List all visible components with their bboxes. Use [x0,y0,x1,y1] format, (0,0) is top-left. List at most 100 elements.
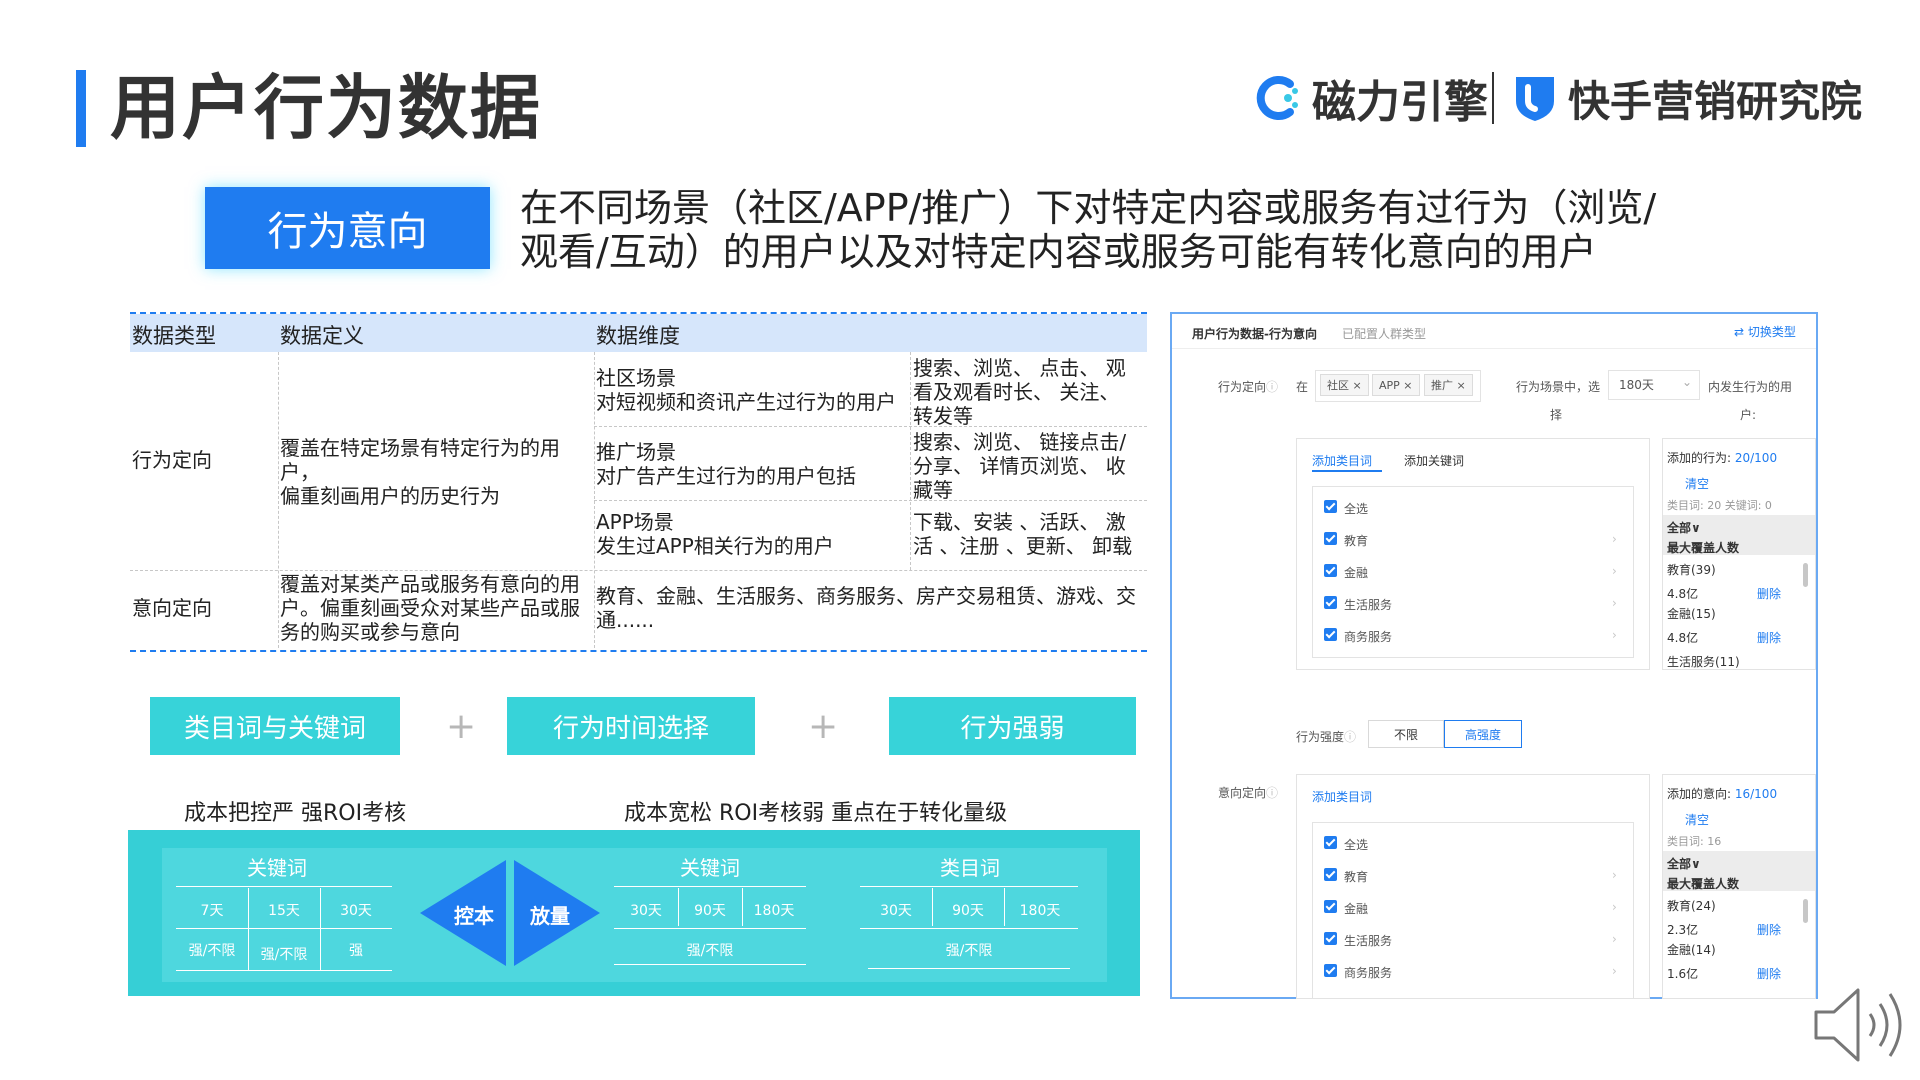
cili-logo-icon [1256,76,1298,120]
shot-header-title: 用户行为数据-行为意向 [1192,327,1317,341]
summary-item-value: 2.3亿 [1667,923,1699,937]
g1-cell: 强/不限 [188,943,236,959]
concept-label-box: 行为意向 [205,187,490,269]
logo-kuaishou-text: 快手营销研究院 [1568,76,1863,126]
list-item-label: 全选 [1344,838,1369,852]
control-expand-diamond [420,860,600,966]
checkbox-item[interactable] [1324,932,1337,945]
clear-button[interactable]: 清空 [1685,811,1709,828]
scrollbar[interactable] [1803,563,1808,587]
behavior-label-text: 行为定向 [1218,380,1267,394]
checkbox-item[interactable] [1324,532,1337,545]
clear-button[interactable]: 清空 [1685,475,1709,492]
logo-cili-text: 磁力引擎 [1312,77,1488,128]
strength-label-text: 行为强度 [1296,730,1345,744]
g1-cell: 强/不限 [260,947,308,963]
tab-add-category[interactable]: 添加类目词 [1312,452,1372,469]
switch-icon: ⇄ [1734,325,1748,339]
intent-stats: 类目词: 16 [1667,835,1722,848]
checkbox-item[interactable] [1324,964,1337,977]
tab-add-keyword[interactable]: 添加关键词 [1404,452,1464,469]
g1-cell: 15天 [268,903,300,919]
filter-all[interactable]: 全部∨ [1667,519,1701,536]
header-definition: 数据定义 [280,324,364,348]
summary-item-name: 教育(24) [1667,899,1716,913]
row2-def-line1: 覆盖对某类产品或服务有意向的用 [280,572,580,596]
info-icon: ⓘ [1344,730,1357,744]
g2-row2: 强/不限 [686,943,734,959]
list-item-label: 教育 [1344,534,1369,548]
divider [1004,888,1005,926]
caption-cost-loose: 成本宽松 ROI考核弱 重点在于转化量级 [624,801,1008,826]
checkbox-select-all[interactable] [1324,836,1337,849]
checkbox-item[interactable] [1324,564,1337,577]
scene-desc: 发生过APP相关行为的用户 [596,534,834,558]
divider [176,886,392,887]
scene-actions-line: 看及观看时长、 关注、 [913,380,1120,404]
behavior-summary: 添加的行为: 20/100 清空 类目词: 20 关键词: 0 全部∨ 最大覆盖… [1662,438,1816,670]
intent-summary: 添加的意向: 16/100 清空 类目词: 16 全部∨ 最大覆盖人数 教育(2… [1662,774,1816,999]
switch-type-label: 切换类型 [1747,325,1796,339]
group1-title: 关键词 [247,856,307,880]
scene-community: 社区场景 对短视频和资讯产生过行为的用户 [596,366,906,414]
scene-community-actions: 搜索、浏览、 点击、 观 看及观看时长、 关注、 转发等 [913,356,1145,428]
divider [614,964,806,965]
scene-promotion-actions: 搜索、浏览、 链接点击/ 分享、 详情页浏览、 收 藏等 [913,430,1145,502]
scene-name: APP场景 [596,510,674,534]
filter-all[interactable]: 全部∨ [1667,855,1701,872]
data-table: 数据类型 数据定义 数据维度 行为定向 覆盖在特定场景有特定行为的用户， 偏重刻… [130,312,1147,652]
checkbox-item[interactable] [1324,868,1337,881]
checkbox-select-all[interactable] [1324,500,1337,513]
chevron-right-icon: › [1612,900,1617,914]
g1-cell: 30天 [340,903,372,919]
divider [860,886,1078,887]
group3-title: 类目词 [940,856,1000,880]
scene-actions-line: 下载、安装 、活跃、 激 [913,510,1126,534]
scene-actions-line: 搜索、浏览、 点击、 观 [913,356,1126,380]
chip-community[interactable]: 社区 × [1320,374,1369,396]
list-item-label: 生活服务 [1344,934,1393,948]
added-intent-label: 添加的意向: [1667,787,1735,801]
checkbox-item[interactable] [1324,900,1337,913]
intent-label: 意向定向ⓘ [1218,784,1278,801]
list-item-label: 商务服务 [1344,630,1393,644]
chip-promo[interactable]: 推广 × [1424,374,1473,396]
occur-text: 内发生行为的用 [1708,380,1793,394]
delete-button[interactable]: 删除 [1757,629,1781,646]
strength-option-high[interactable]: 高强度 [1444,720,1522,748]
delete-button[interactable]: 删除 [1757,921,1781,938]
pill-category-keyword: 类目词与关键词 [150,697,400,755]
speaker-icon[interactable] [1810,980,1910,1070]
behavior-label: 行为定向ⓘ [1218,378,1278,395]
scene-desc: 对广告产生过行为的用户包括 [596,464,856,488]
checkbox-item[interactable] [1324,596,1337,609]
checkbox-item[interactable] [1324,628,1337,641]
g3-cell: 90天 [952,903,984,919]
divider [614,886,806,887]
max-cover-label: 最大覆盖人数 [1667,541,1740,555]
scene-text: 行为场景中，选 [1516,380,1601,394]
added-intent-count: 16/100 [1734,787,1778,801]
list-item-label: 生活服务 [1344,598,1393,612]
scrollbar[interactable] [1803,899,1808,923]
tab-add-category-2[interactable]: 添加类目词 [1312,788,1372,805]
strength-option-unlimited[interactable]: 不限 [1368,720,1444,748]
summary-item-value: 4.8亿 [1667,631,1699,645]
chevron-right-icon: › [1612,628,1617,642]
concept-description: 在不同场景（社区/APP/推广）下对特定内容或服务有过行为（浏览/ 观看/互动）… [520,186,1670,274]
g3-cell: 30天 [880,903,912,919]
divider [868,968,1070,969]
scene-actions-line: 活 、注册 、更新、 卸载 [913,534,1133,558]
chip-app[interactable]: APP × [1372,374,1420,396]
info-icon: ⓘ [1266,380,1279,394]
chevron-right-icon: › [1612,932,1617,946]
summary-item-value: 4.8亿 [1667,587,1699,601]
delete-button[interactable]: 删除 [1757,585,1781,602]
delete-button[interactable]: 删除 [1757,965,1781,982]
strategy-panel-inner: 关键词 7天 15天 30天 强/不限 强/不限 强 控本 放量 关键词 30天… [162,848,1107,982]
logo-divider [1492,72,1494,124]
row2-type: 意向定向 [132,596,212,620]
divider [176,970,392,971]
g1-cell: 7天 [200,903,224,919]
switch-type-link[interactable]: ⇄ 切换类型 [1734,323,1796,340]
